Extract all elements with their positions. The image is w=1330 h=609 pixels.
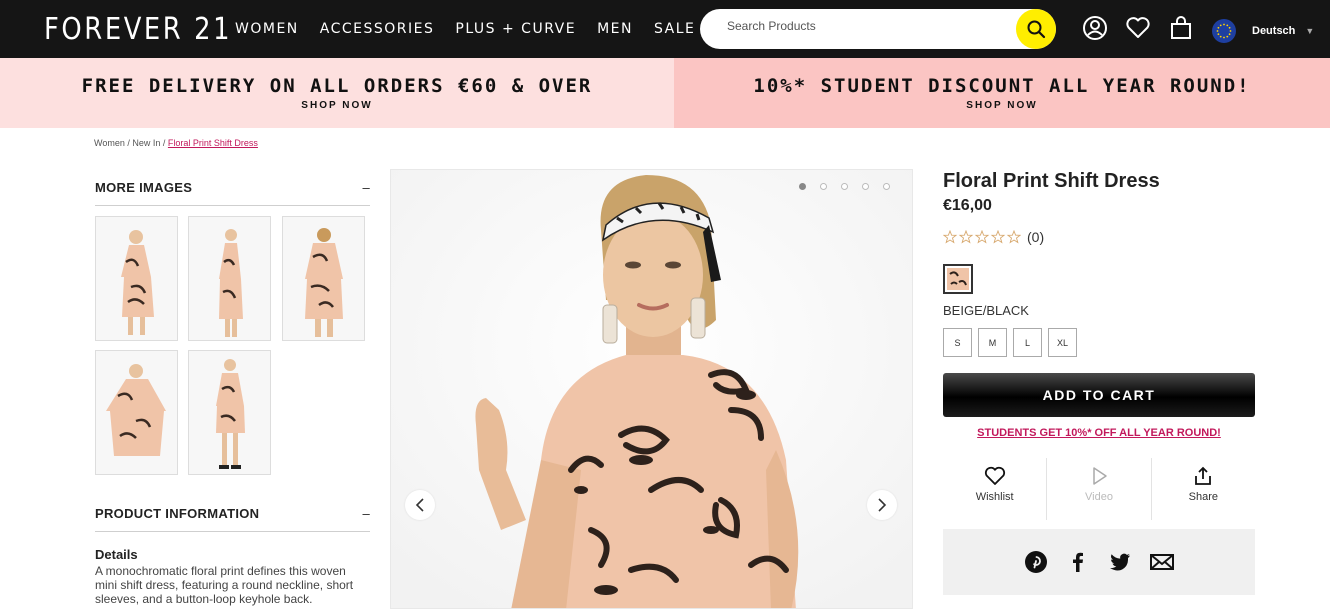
student-discount-link[interactable]: STUDENTS GET 10%* OFF ALL YEAR ROUND!	[943, 427, 1255, 439]
size-s-button[interactable]: S	[943, 328, 972, 357]
more-images-title: MORE IMAGES	[95, 180, 193, 195]
breadcrumb-new-in[interactable]: New In	[132, 138, 160, 148]
promo-student-discount[interactable]: 10%* STUDENT DISCOUNT ALL YEAR ROUND! SH…	[674, 58, 1330, 128]
breadcrumb-separator: /	[160, 138, 168, 148]
size-xl-button[interactable]: XL	[1048, 328, 1077, 357]
twitter-icon[interactable]	[1107, 549, 1133, 575]
carousel-dot-1[interactable]	[799, 183, 806, 190]
video-action: Video	[1046, 458, 1150, 520]
size-selector: S M L XL	[943, 328, 1083, 357]
nav-men[interactable]: MEN	[597, 21, 633, 37]
carousel-prev-button[interactable]	[405, 490, 435, 520]
more-images-header[interactable]: MORE IMAGES –	[95, 180, 370, 206]
thumbnail-2[interactable]	[188, 216, 271, 341]
main-product-image[interactable]	[390, 169, 913, 609]
wishlist-label: Wishlist	[975, 491, 1014, 503]
top-navigation: FOREVER 21 WOMEN ACCESSORIES PLUS + CURV…	[0, 0, 1330, 58]
rating-count: (0)	[1027, 229, 1045, 245]
logo[interactable]: FOREVER 21	[44, 12, 232, 47]
rating[interactable]: (0)	[943, 229, 1044, 245]
heart-icon	[984, 466, 1005, 485]
product-price: €16,00	[943, 197, 992, 214]
account-button[interactable]	[1081, 14, 1109, 42]
social-share-box	[943, 529, 1255, 595]
promo-free-delivery[interactable]: FREE DELIVERY ON ALL ORDERS €60 & OVER S…	[0, 58, 674, 128]
chevron-right-icon	[878, 498, 887, 512]
promo-shop-now-link[interactable]: SHOP NOW	[674, 100, 1330, 111]
collapse-icon[interactable]: –	[362, 180, 370, 195]
play-icon	[1093, 467, 1107, 485]
thumbnail-5[interactable]	[188, 350, 271, 475]
cart-button[interactable]	[1167, 14, 1195, 42]
details-description: A monochromatic floral print defines thi…	[95, 564, 354, 606]
search-button[interactable]	[1016, 9, 1056, 49]
carousel-dot-3[interactable]	[841, 183, 848, 190]
promo-shop-now-link[interactable]: SHOP NOW	[0, 100, 674, 111]
thumbnail-4[interactable]	[95, 350, 178, 475]
main-menu: WOMEN ACCESSORIES PLUS + CURVE MEN SALE	[235, 21, 716, 37]
bag-icon	[1171, 16, 1191, 39]
carousel-dot-4[interactable]	[862, 183, 869, 190]
breadcrumb-women[interactable]: Women	[94, 138, 125, 148]
size-m-button[interactable]: M	[978, 328, 1007, 357]
breadcrumb: Women / New In / Floral Print Shift Dres…	[94, 138, 258, 148]
details-heading: Details	[95, 547, 138, 562]
collapse-icon[interactable]: –	[362, 506, 370, 521]
carousel-dots	[799, 183, 904, 190]
language-selector[interactable]: Deutsch ▼	[1212, 19, 1314, 43]
carousel-dot-5[interactable]	[883, 183, 890, 190]
language-label: Deutsch	[1252, 25, 1296, 37]
search-bar	[700, 9, 1056, 49]
account-icon	[1083, 16, 1107, 40]
search-input[interactable]	[727, 19, 1007, 33]
pinterest-icon[interactable]	[1023, 549, 1049, 575]
heart-icon	[1126, 17, 1150, 38]
email-icon[interactable]	[1149, 549, 1175, 575]
star-rating-icon	[943, 230, 1021, 244]
nav-women[interactable]: WOMEN	[235, 21, 299, 37]
wishlist-button[interactable]	[1124, 14, 1152, 42]
nav-plus-curve[interactable]: PLUS + CURVE	[455, 21, 576, 37]
nav-sale[interactable]: SALE	[654, 21, 695, 37]
selected-color: BEIGE/BLACK	[943, 303, 1029, 318]
breadcrumb-current[interactable]: Floral Print Shift Dress	[168, 138, 258, 148]
promo-title: 10%* STUDENT DISCOUNT ALL YEAR ROUND!	[753, 75, 1251, 97]
thumbnail-3[interactable]	[282, 216, 365, 341]
carousel-next-button[interactable]	[867, 490, 897, 520]
promo-title: FREE DELIVERY ON ALL ORDERS €60 & OVER	[81, 75, 593, 97]
product-information-title: PRODUCT INFORMATION	[95, 506, 260, 521]
carousel-dot-2[interactable]	[820, 183, 827, 190]
add-to-cart-button[interactable]: ADD TO CART	[943, 373, 1255, 417]
product-information-header[interactable]: PRODUCT INFORMATION –	[95, 506, 370, 532]
chevron-left-icon	[415, 498, 424, 512]
product-actions: Wishlist Video Share	[943, 458, 1255, 520]
thumbnail-1[interactable]	[95, 216, 178, 341]
facebook-icon[interactable]	[1065, 549, 1091, 575]
share-action[interactable]: Share	[1150, 458, 1255, 520]
wishlist-action[interactable]: Wishlist	[943, 458, 1046, 520]
chevron-down-icon: ▼	[1305, 26, 1315, 36]
video-label: Video	[1085, 491, 1113, 503]
color-swatch-beige-black[interactable]	[943, 264, 973, 294]
share-label: Share	[1188, 491, 1218, 503]
size-l-button[interactable]: L	[1013, 328, 1042, 357]
share-icon	[1195, 466, 1212, 485]
nav-accessories[interactable]: ACCESSORIES	[320, 21, 435, 37]
product-title: Floral Print Shift Dress	[943, 170, 1160, 192]
search-icon	[1027, 20, 1046, 39]
eu-flag-icon	[1212, 19, 1236, 43]
